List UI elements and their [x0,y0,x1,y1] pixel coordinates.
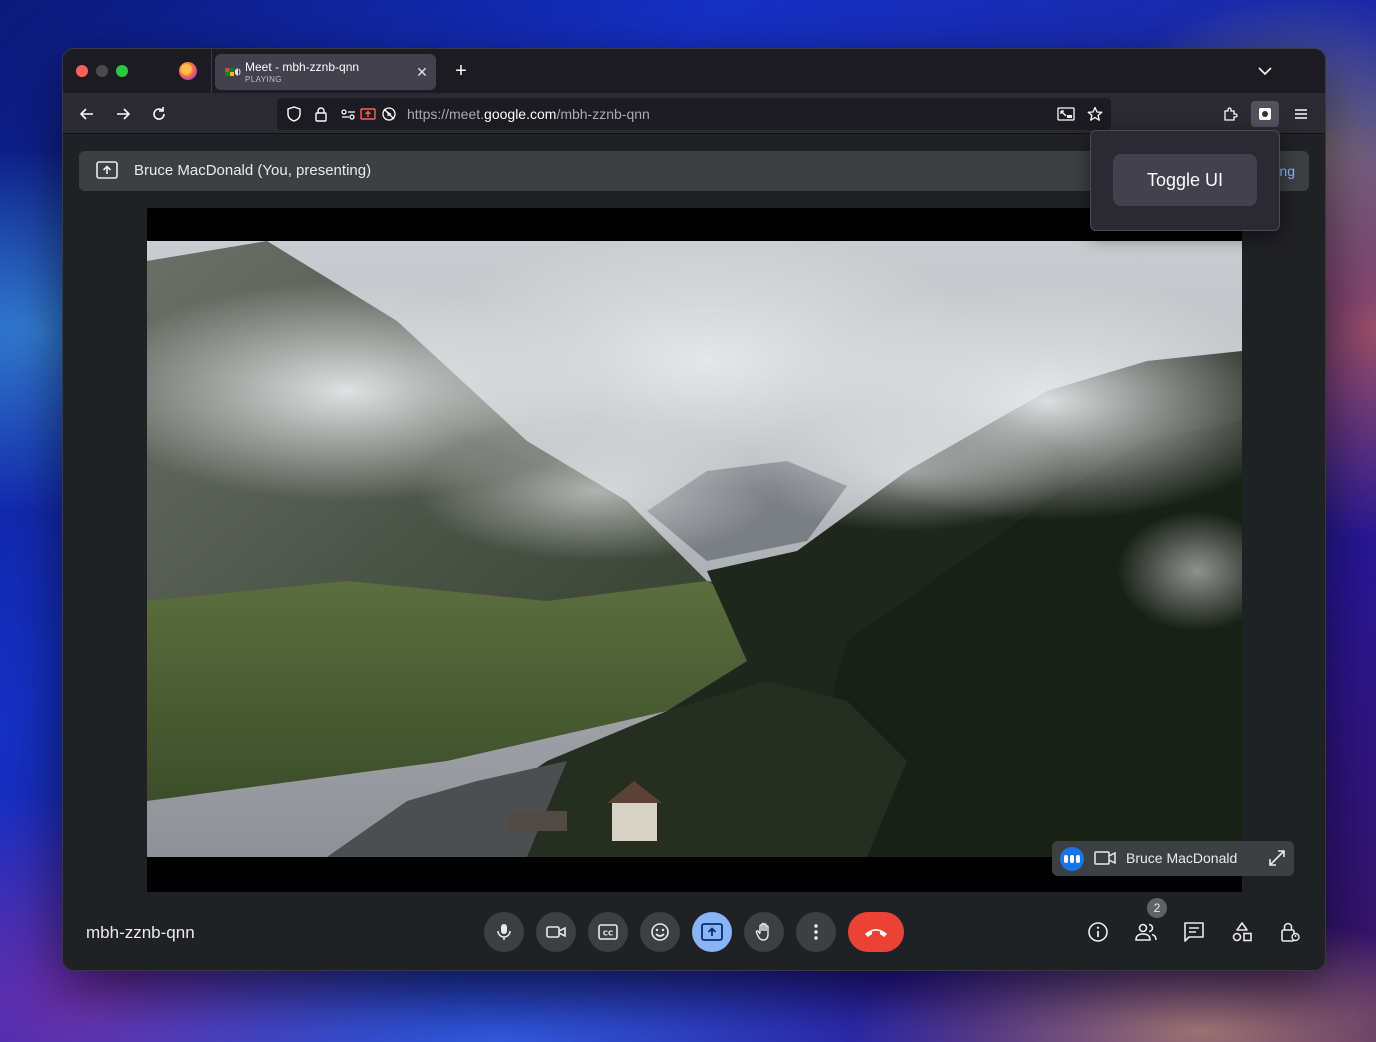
puzzle-icon [1224,107,1238,121]
microphone-icon [497,924,511,940]
shield-icon[interactable] [285,105,303,123]
tab-divider [211,49,212,93]
new-tab-button[interactable]: + [449,59,473,83]
url-domain: google.com [484,106,557,122]
toggle-ui-button[interactable]: Toggle UI [1113,154,1257,206]
screen-share-indicator-icon[interactable] [359,105,377,123]
microphone-button[interactable] [484,912,524,952]
camera-icon [546,926,566,938]
captions-button[interactable]: CC [588,912,628,952]
app-menu-button[interactable] [1287,101,1315,127]
closed-captions-icon: CC [598,924,618,940]
hang-up-icon [865,929,887,937]
camera-off-icon [1094,851,1116,865]
url-prefix: https://meet. [407,106,485,122]
raise-hand-button[interactable] [744,912,784,952]
picture-in-picture-icon[interactable] [1057,105,1075,123]
emoji-icon [651,923,669,941]
participants-count-badge: 2 [1147,898,1167,918]
chevron-down-icon[interactable] [1253,61,1277,81]
self-view-name: Bruce MacDonald [1126,850,1238,866]
window-close-button[interactable] [76,65,88,77]
meet-speaker-icon[interactable] [225,65,241,79]
window-maximize-button[interactable] [116,65,128,77]
meeting-code: mbh-zznb-qnn [86,923,195,942]
back-button[interactable] [73,101,101,127]
autoplay-blocked-icon[interactable] [380,105,398,123]
lock-person-icon [1281,922,1300,942]
firefox-view-icon[interactable] [179,62,197,80]
extension-popup: Toggle UI [1090,130,1280,231]
reload-button[interactable] [145,101,173,127]
permissions-icon[interactable] [339,105,357,123]
camera-button[interactable] [536,912,576,952]
window-minimize-button[interactable] [96,65,108,77]
tab-title: Meet - mbh-zznb-qnn [245,60,360,74]
arrow-left-icon [79,108,93,120]
present-screen-icon [96,161,118,179]
self-view-tile[interactable]: Bruce MacDonald [1052,841,1294,876]
meeting-details-button[interactable] [1084,918,1112,946]
leave-call-button[interactable] [848,912,904,952]
stop-presenting-button[interactable]: ng [1279,163,1295,179]
toggle-ui-extension-button[interactable] [1251,101,1279,127]
present-now-button[interactable] [692,912,732,952]
url-path: /mbh-zznb-qnn [556,106,650,122]
close-icon[interactable]: ✕ [413,63,431,81]
reload-icon [153,107,165,120]
activities-button[interactable] [1228,918,1256,946]
url-text[interactable]: https://meet.google.com/mbh-zznb-qnn [407,106,650,122]
url-bar[interactable]: https://meet.google.com/mbh-zznb-qnn [277,98,1111,130]
tab-playing-label: PLAYING [245,75,282,84]
hamburger-icon [1295,109,1307,119]
people-icon [1135,923,1157,941]
bookmark-star-icon[interactable] [1086,105,1104,123]
tab-strip: Meet - mbh-zznb-qnn PLAYING ✕ + [63,49,1325,93]
forward-button[interactable] [109,101,137,127]
presentation-video [147,208,1242,892]
audio-level-icon [1060,847,1084,871]
more-vert-icon [814,924,818,940]
info-icon [1088,922,1108,942]
meet-page: Bruce MacDonald (You, presenting) ng Bru… [63,135,1325,970]
svg-text:CC: CC [603,930,613,938]
host-controls-button[interactable] [1276,918,1304,946]
extensions-button[interactable] [1216,101,1244,127]
chat-button[interactable] [1180,918,1208,946]
more-options-button[interactable] [796,912,836,952]
lock-icon[interactable] [312,105,330,123]
nav-toolbar: https://meet.google.com/mbh-zznb-qnn [63,93,1325,134]
tab-meet[interactable]: Meet - mbh-zznb-qnn PLAYING ✕ [215,54,436,90]
presenting-label: Bruce MacDonald (You, presenting) [134,162,372,179]
landscape-image [147,241,1242,857]
shapes-icon [1232,922,1252,942]
hand-icon [755,922,769,941]
reactions-button[interactable] [640,912,680,952]
expand-icon[interactable] [1268,849,1286,867]
extension-icon [1259,108,1271,120]
arrow-right-icon [117,108,131,120]
present-screen-icon [701,923,723,941]
chat-icon [1184,922,1204,942]
people-button[interactable] [1132,918,1160,946]
